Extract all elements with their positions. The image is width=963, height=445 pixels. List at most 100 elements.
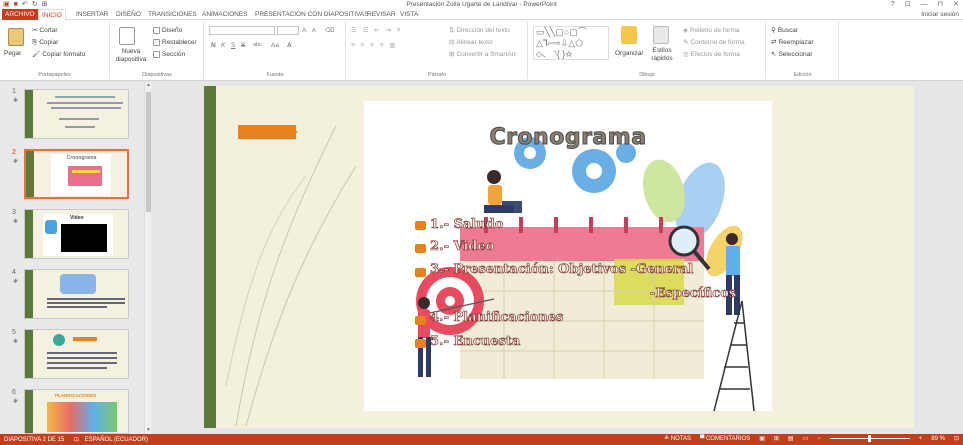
- zoom-in-icon[interactable]: +: [919, 436, 923, 442]
- underline-button[interactable]: S: [231, 41, 235, 50]
- italic-button[interactable]: K: [221, 41, 225, 50]
- shape-outline-button[interactable]: ✎ Contorno de forma: [683, 38, 745, 47]
- arrange-button[interactable]: Organizar: [615, 49, 644, 58]
- thumb-text-line: [47, 306, 107, 308]
- schedule-item-3[interactable]: 3.- Presentación: Objetivos -General: [430, 262, 694, 278]
- font-family-combo[interactable]: [209, 26, 275, 35]
- find-button[interactable]: ⚲ Buscar: [771, 26, 798, 35]
- slide-thumbnail-pane[interactable]: 1 ✱ 2 ✱ Cronograma 3 ✱ Video 4 ✱ 5 ✱ 6 ✱…: [0, 82, 152, 434]
- slide-sorter-icon[interactable]: ⊞: [774, 435, 779, 442]
- minimize-icon[interactable]: —: [921, 0, 928, 9]
- align-text-button[interactable]: ⊟ Alinear texto: [449, 38, 493, 47]
- change-case-button[interactable]: Aa: [271, 41, 279, 50]
- list-buttons[interactable]: ☰ ☰ ⇤ ⇥ ≡: [351, 26, 403, 35]
- select-button[interactable]: ↖ Seleccionar: [771, 50, 812, 59]
- new-slide-button[interactable]: Nueva diapositiva: [113, 48, 149, 64]
- tab-transiciones[interactable]: TRANSICIONES: [145, 9, 200, 20]
- group-label-paragraph: Párrafo: [427, 72, 447, 78]
- language-indicator[interactable]: ESPAÑOL (ECUADOR): [85, 437, 148, 443]
- text-direction-button[interactable]: ⇅ Dirección del texto: [449, 26, 510, 35]
- new-slide-icon[interactable]: [119, 27, 135, 45]
- maximize-icon[interactable]: ⊓: [938, 0, 943, 9]
- char-spacing-button[interactable]: abc: [253, 41, 262, 50]
- binoculars-icon: ⚲: [771, 27, 776, 34]
- notes-button[interactable]: ≙ NOTAS: [664, 435, 691, 442]
- tab-archivo[interactable]: ARCHIVO: [2, 9, 38, 20]
- close-icon[interactable]: ✕: [953, 0, 959, 9]
- cut-button[interactable]: ✂ Cortar: [32, 26, 58, 35]
- tab-insertar[interactable]: INSERTAR: [73, 9, 111, 20]
- thumb-illustration: [53, 334, 65, 346]
- thumb-text-line: [47, 357, 117, 359]
- sign-in-link[interactable]: Iniciar sesión: [921, 9, 959, 20]
- clear-format-icon[interactable]: ⌫: [325, 26, 334, 35]
- tab-inicio[interactable]: INICIO: [38, 9, 66, 20]
- slide-thumbnail-2[interactable]: Cronograma: [24, 149, 129, 199]
- scroll-up-icon[interactable]: ▲: [145, 82, 152, 89]
- comments-button[interactable]: ▀ COMENTARIOS: [700, 436, 750, 442]
- tab-vista[interactable]: VISTA: [397, 9, 421, 20]
- fit-slide-icon[interactable]: ⊡: [954, 435, 959, 442]
- arrange-icon[interactable]: [621, 26, 637, 44]
- spellcheck-icon[interactable]: ⊡: [74, 437, 79, 443]
- shrink-font-button[interactable]: A: [312, 27, 316, 36]
- thumb-text-line: [51, 107, 121, 109]
- normal-view-icon[interactable]: ▣: [759, 435, 765, 442]
- scroll-down-icon[interactable]: ▼: [145, 427, 152, 434]
- scrollbar-thumb[interactable]: [146, 92, 151, 212]
- thumbnail-scrollbar[interactable]: ▲ ▼: [144, 82, 151, 434]
- thumb-video-icon: [45, 220, 57, 234]
- slide-editing-area[interactable]: Cronograma 1.- Saludo 2.- Video 3.- Pres…: [152, 82, 963, 434]
- current-slide[interactable]: Cronograma 1.- Saludo 2.- Video 3.- Pres…: [204, 86, 914, 428]
- replace-button[interactable]: ⇄ Reemplazar: [771, 38, 814, 47]
- schedule-item-1[interactable]: 1.- Saludo: [430, 217, 504, 233]
- bullet-arrow-icon: [415, 244, 426, 253]
- slide-thumbnail-4[interactable]: [24, 269, 129, 319]
- reset-icon: [153, 39, 160, 46]
- slide-thumbnail-1[interactable]: [24, 89, 129, 139]
- schedule-item-5[interactable]: 5.- Encuesta: [430, 334, 521, 350]
- section-button[interactable]: Sección: [153, 50, 185, 59]
- format-painter-button[interactable]: 🖌 Copiar formato: [32, 50, 85, 59]
- schedule-item-2[interactable]: 2.- Video: [430, 239, 495, 255]
- slideshow-view-icon[interactable]: ▭: [803, 435, 809, 442]
- strikethrough-button[interactable]: S: [241, 41, 245, 50]
- layout-label: Diseño: [162, 27, 183, 34]
- font-size-combo[interactable]: [277, 26, 299, 35]
- slide-thumbnail-6[interactable]: PLANIFICACIONES: [24, 389, 129, 434]
- zoom-level[interactable]: 89 %: [931, 436, 945, 442]
- slide-thumbnail-5[interactable]: [24, 329, 129, 379]
- ribbon-display-icon[interactable]: ⊡: [905, 0, 911, 9]
- shapes-gallery[interactable]: ▭╲╲▢○▢⌒ △⅂⌐⇨⇩△⬠ ⬦◟◝{ }☆: [533, 26, 609, 60]
- tab-animaciones[interactable]: ANIMACIONES: [199, 9, 251, 20]
- slide-title[interactable]: Cronograma: [364, 125, 772, 151]
- quick-styles-button[interactable]: Estilos rápidos: [647, 47, 677, 63]
- slide-content-box[interactable]: Cronograma 1.- Saludo 2.- Video 3.- Pres…: [364, 101, 772, 411]
- reading-view-icon[interactable]: ▤: [788, 435, 794, 442]
- paste-button[interactable]: Pegar: [4, 49, 21, 58]
- tab-diseno[interactable]: DISEÑO: [113, 9, 144, 20]
- slide-thumbnail-3[interactable]: Video: [24, 209, 129, 259]
- grow-font-button[interactable]: A: [302, 26, 306, 35]
- reset-button[interactable]: Restablecer: [153, 38, 197, 47]
- transition-star-icon: ✱: [13, 98, 19, 104]
- smartart-button[interactable]: ⊞ Convertir a SmartArt: [449, 50, 516, 59]
- schedule-item-3b[interactable]: -Específicos: [650, 286, 737, 302]
- thumb-number: 4: [12, 269, 16, 276]
- align-buttons[interactable]: ≡ ≡ ≡ ≡ ▥: [351, 41, 398, 50]
- zoom-slider[interactable]: [829, 435, 910, 442]
- shape-fill-button[interactable]: ◈ Relleno de forma: [683, 26, 740, 35]
- copy-button[interactable]: ⎘ Copiar: [32, 38, 58, 47]
- schedule-item-4[interactable]: 4.- Planificaciones: [430, 310, 564, 326]
- quick-styles-icon[interactable]: [653, 26, 669, 44]
- zoom-slider-thumb[interactable]: [867, 435, 871, 442]
- help-icon[interactable]: ?: [891, 0, 895, 9]
- layout-button[interactable]: Diseño: [153, 26, 182, 35]
- font-color-button[interactable]: A: [287, 41, 292, 50]
- shape-effects-button[interactable]: ◎ Efectos de forma: [683, 50, 740, 59]
- bold-button[interactable]: N: [211, 41, 216, 50]
- zoom-out-icon[interactable]: −: [817, 436, 821, 442]
- tab-presentacion[interactable]: PRESENTACIÓN CON DIAPOSITIVAS: [252, 9, 372, 20]
- tab-revisar[interactable]: REVISAR: [364, 9, 399, 20]
- paste-icon[interactable]: [8, 28, 24, 46]
